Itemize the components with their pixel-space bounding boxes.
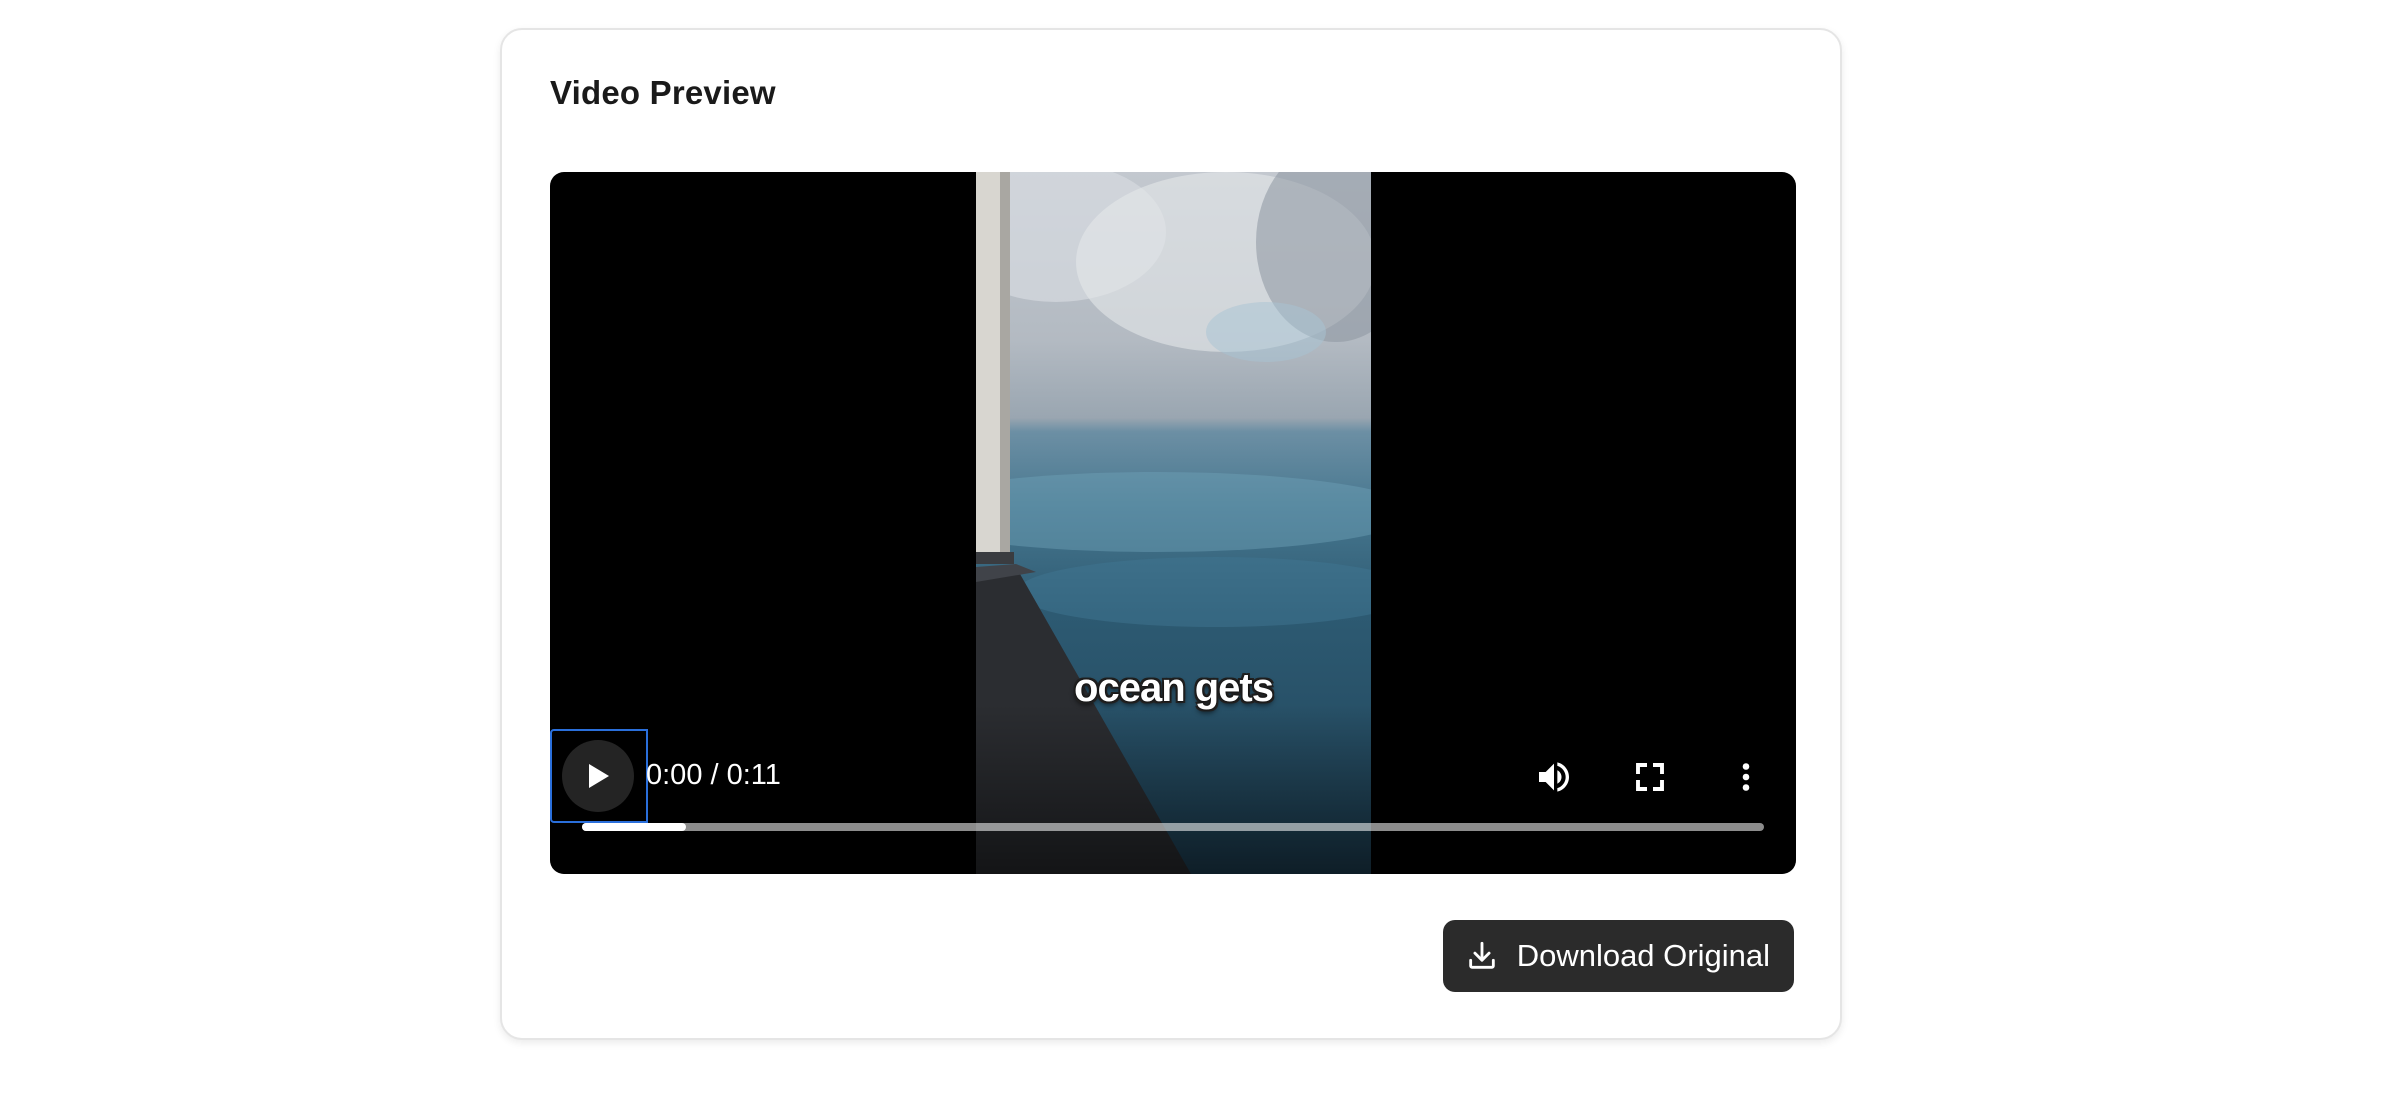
volume-button[interactable] <box>1532 755 1576 799</box>
fullscreen-button[interactable] <box>1628 755 1672 799</box>
video-preview-card: Video Preview ocean gets 0:00 / 0:11 Dow… <box>500 28 1842 1040</box>
download-label: Download Original <box>1516 938 1770 973</box>
download-original-button[interactable]: Download Original <box>1442 920 1794 992</box>
video-player[interactable]: ocean gets 0:00 / 0:11 <box>550 172 1796 874</box>
progress-bar[interactable] <box>582 823 1764 831</box>
more-options-icon <box>1742 763 1750 791</box>
time-display: 0:00 / 0:11 <box>646 759 781 791</box>
more-options-button[interactable] <box>1724 755 1768 799</box>
card-title: Video Preview <box>550 74 776 111</box>
download-icon <box>1468 941 1495 969</box>
volume-icon <box>1539 762 1569 792</box>
play-icon <box>589 764 609 788</box>
play-button[interactable] <box>562 740 634 812</box>
progress-fill <box>582 823 687 831</box>
fullscreen-icon <box>1636 763 1664 791</box>
